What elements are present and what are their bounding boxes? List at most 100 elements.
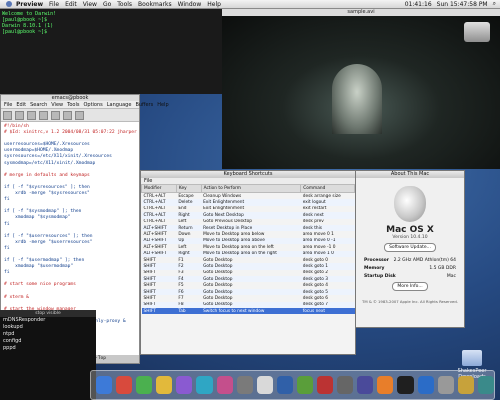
apple-logo-icon (394, 186, 426, 222)
col-action[interactable]: Action to Perform (200, 184, 302, 193)
col-command[interactable]: Command (300, 184, 355, 193)
keyboard-shortcuts-window[interactable]: Keyboard Shortcuts File Modifier Key Act… (140, 170, 356, 355)
save-icon[interactable] (27, 110, 36, 120)
dock-app-icon[interactable] (116, 376, 133, 394)
software-update-button[interactable]: Software Update... (384, 243, 436, 252)
dock-app-icon[interactable] (397, 376, 414, 394)
dock-app-icon[interactable] (256, 376, 273, 394)
emacs-menu-options[interactable]: Options (83, 102, 102, 108)
table-cell: desk arrange size (302, 193, 341, 199)
hard-drive-icon[interactable] (464, 22, 490, 42)
paste-icon[interactable] (63, 110, 72, 120)
dock (90, 370, 495, 400)
menu-app-name[interactable]: Preview (16, 1, 43, 8)
emacs-menu-help[interactable]: Help (157, 102, 168, 108)
table-row[interactable]: CTRL+ALT Escape Cleanup Windows desk arrang… (142, 193, 355, 200)
menu-file[interactable]: File (49, 1, 59, 8)
menu-help[interactable]: Help (207, 1, 221, 8)
table-cell: focus next (300, 308, 355, 315)
video-window[interactable]: sample.avi (222, 9, 500, 169)
os-name: Mac OS X (386, 225, 434, 235)
emacs-menu-search[interactable]: Search (30, 102, 47, 108)
battery-time[interactable]: 01:41:16 (405, 1, 432, 8)
menu-bookmarks[interactable]: Bookmarks (138, 1, 172, 8)
process-list-title: stop visible (0, 310, 96, 317)
video-frame (222, 16, 500, 169)
table-cell: Switch focus to next window (201, 308, 301, 315)
shortcuts-table: Modifier Key Action to Perform Command C… (141, 184, 355, 315)
dock-app-icon[interactable] (176, 376, 193, 394)
dock-app-icon[interactable] (276, 376, 293, 394)
shortcuts-title: Keyboard Shortcuts (141, 171, 355, 178)
folder-icon (462, 350, 482, 366)
table-cell: SHIFT (141, 308, 177, 315)
menu-edit[interactable]: Edit (65, 1, 77, 8)
terminal-window[interactable]: Welcome to Darwin! [paul@pbook ~]$ Darwi… (0, 9, 222, 94)
copy-icon[interactable] (51, 110, 60, 120)
list-item[interactable]: mDNSResponder (0, 317, 96, 324)
memory-label: Memory (364, 266, 385, 271)
startup-value: Mac (446, 274, 456, 279)
dock-app-icon[interactable] (477, 376, 494, 394)
emacs-menu-edit[interactable]: Edit (16, 102, 26, 108)
col-key[interactable]: Key (175, 184, 202, 193)
emacs-menu-tools[interactable]: Tools (67, 102, 79, 108)
emacs-menu-language[interactable]: Language (107, 102, 132, 108)
table-row[interactable]: SHIFT Tab Switch focus to next window focus… (141, 308, 355, 315)
copyright-text: TM & © 1983-2007 Apple Inc. All Rights R… (362, 299, 458, 304)
dock-app-icon[interactable] (236, 376, 253, 394)
startup-label: Startup Disk (364, 274, 396, 279)
dock-app-icon[interactable] (317, 376, 334, 394)
menu-view[interactable]: View (83, 1, 97, 8)
table-cell: CTRL+ALT (143, 193, 166, 199)
processor-row: Processor 2.2 GHz AMD Athlon(tm) 64 (356, 258, 464, 263)
dock-app-icon[interactable] (216, 376, 233, 394)
emacs-menu-buffers[interactable]: Buffers (135, 102, 153, 108)
dock-app-icon[interactable] (337, 376, 354, 394)
dock-app-icon[interactable] (96, 376, 113, 394)
about-this-mac-window[interactable]: About This Mac Mac OS X Version 10.4.10 … (355, 170, 465, 328)
list-item[interactable]: pppd (0, 345, 96, 352)
video-title: sample.avi (222, 9, 500, 16)
menu-clock[interactable]: Sun 15:47:58 PM (437, 1, 488, 8)
dock-app-icon[interactable] (357, 376, 374, 394)
memory-value: 1.5 GB DDR (429, 266, 456, 271)
undo-icon[interactable] (75, 110, 84, 120)
code-line: # $Id: xinitrc,v 1.2 2004/08/31 05:07:22… (4, 130, 139, 136)
list-item[interactable]: lookupd (0, 324, 96, 331)
processor-value: 2.2 GHz AMD Athlon(tm) 64 (393, 258, 456, 263)
dock-app-icon[interactable] (457, 376, 474, 394)
dock-app-icon[interactable] (196, 376, 213, 394)
dock-app-icon[interactable] (296, 376, 314, 394)
dock-app-icon[interactable] (377, 376, 394, 394)
emacs-menu-view[interactable]: View (51, 102, 63, 108)
table-cell: Escape (178, 193, 194, 199)
menu-bar: Preview File Edit View Go Tools Bookmark… (0, 0, 500, 9)
dock-app-icon[interactable] (417, 376, 434, 394)
video-arch-scene (332, 64, 382, 134)
emacs-menu-file[interactable]: File (4, 102, 12, 108)
list-item[interactable]: ntpd (0, 331, 96, 338)
emacs-toolbar (1, 109, 139, 122)
about-title: About This Mac (356, 171, 464, 178)
process-list-window[interactable]: stop visible mDNSResponder lookupd ntpd … (0, 310, 96, 400)
dock-app-icon[interactable] (437, 376, 454, 394)
new-file-icon[interactable] (3, 110, 12, 120)
more-info-button[interactable]: More Info... (392, 282, 428, 291)
menu-go[interactable]: Go (103, 1, 111, 8)
dock-app-icon[interactable] (156, 376, 173, 394)
open-folder-icon[interactable] (15, 110, 24, 120)
menu-window[interactable]: Window (178, 1, 202, 8)
apple-menu-icon[interactable] (6, 1, 12, 7)
os-version: Version 10.4.10 (392, 235, 428, 240)
dock-app-icon[interactable] (136, 376, 153, 394)
table-cell: Cleanup Windows (203, 193, 242, 199)
list-item[interactable]: configd (0, 338, 96, 345)
cut-icon[interactable] (39, 110, 48, 120)
spotlight-icon[interactable]: ⌕ (493, 0, 496, 8)
terminal-line: [paul@pbook ~]$ (2, 29, 48, 35)
startup-row: Startup Disk Mac (356, 274, 464, 279)
table-cell: Tab (176, 308, 202, 315)
col-modifier[interactable]: Modifier (141, 184, 177, 193)
menu-tools[interactable]: Tools (117, 1, 132, 8)
